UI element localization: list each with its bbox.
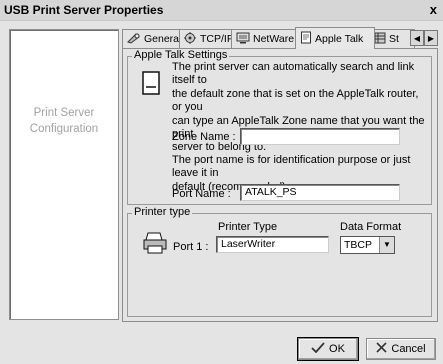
port-note-line-1: The port name is for identification purp… — [172, 154, 411, 180]
tab-status-label: St — [389, 33, 399, 45]
window-title: USB Print Server Properties — [4, 3, 164, 17]
chevron-down-icon[interactable]: ▼ — [379, 237, 394, 253]
tab-scroll-left-icon[interactable]: ◀ — [410, 30, 424, 46]
port-name-label: Port Name : — [172, 188, 231, 200]
printer-type-title: Printer type — [132, 206, 193, 218]
close-button[interactable]: x — [430, 2, 437, 17]
apple-talk-panel: Apple Talk Settings The print server can… — [122, 48, 438, 322]
printer-type-input[interactable]: LaserWriter — [216, 236, 329, 253]
tab-scroll-right-icon[interactable]: ▶ — [424, 30, 438, 46]
tab-apple-talk[interactable]: Apple Talk — [295, 27, 375, 49]
printer-icon — [142, 231, 168, 258]
netware-icon — [236, 32, 250, 47]
tab-tcpip[interactable]: TCP/IP — [179, 29, 237, 48]
ok-button[interactable]: OK — [297, 337, 359, 361]
sidebar-label-line2: Configuration — [29, 123, 99, 135]
data-format-header: Data Format — [340, 221, 402, 233]
sidebar-label-line1: Print Server — [33, 107, 95, 119]
close-icon — [376, 342, 387, 356]
title-bar: USB Print Server Properties x — [0, 0, 443, 21]
printer-type-group: Printer type Printer Type Data Format Po… — [127, 206, 432, 317]
tab-general-label: General — [144, 33, 182, 45]
tab-general[interactable]: General — [122, 29, 185, 48]
tab-apple-talk-label: Apple Talk — [315, 32, 364, 45]
apple-talk-settings-group: Apple Talk Settings The print server can… — [127, 49, 432, 205]
document-icon — [141, 71, 161, 98]
tab-status[interactable]: St — [369, 29, 415, 48]
cancel-button-label: Cancel — [391, 343, 426, 355]
tab-netware[interactable]: NetWare — [231, 29, 301, 48]
apple-talk-settings-title: Apple Talk Settings — [132, 49, 230, 61]
tab-strip: General TCP/IP NetWare Apple Talk St ◀ ▶ — [122, 27, 440, 49]
print-server-configuration-label: Print Server Configuration — [10, 105, 118, 137]
cancel-button[interactable]: Cancel — [366, 338, 436, 360]
port-name-input[interactable]: ATALK_PS — [240, 184, 400, 201]
description-line-1: The print server can automatically searc… — [172, 61, 415, 87]
tab-scroll-buttons: ◀ ▶ — [410, 30, 438, 46]
ok-button-label: OK — [329, 343, 345, 355]
gear-icon — [127, 32, 141, 47]
status-icon — [374, 32, 386, 47]
left-config-panel: Print Server Configuration — [9, 29, 119, 320]
data-format-value: TBCP — [344, 239, 373, 251]
checkmark-icon — [311, 342, 325, 356]
description-line-2: the default zone that is set on the Appl… — [172, 87, 419, 114]
port-1-label: Port 1 : — [173, 241, 209, 253]
tab-tcpip-label: TCP/IP — [200, 33, 234, 45]
zone-name-input[interactable] — [240, 128, 400, 145]
zone-name-label: Zone Name : — [172, 131, 236, 143]
network-icon — [184, 31, 197, 47]
data-format-select[interactable]: TBCP ▼ — [340, 236, 395, 254]
document-icon — [300, 31, 312, 47]
tab-netware-label: NetWare — [253, 33, 295, 45]
printer-type-header: Printer Type — [218, 221, 278, 233]
